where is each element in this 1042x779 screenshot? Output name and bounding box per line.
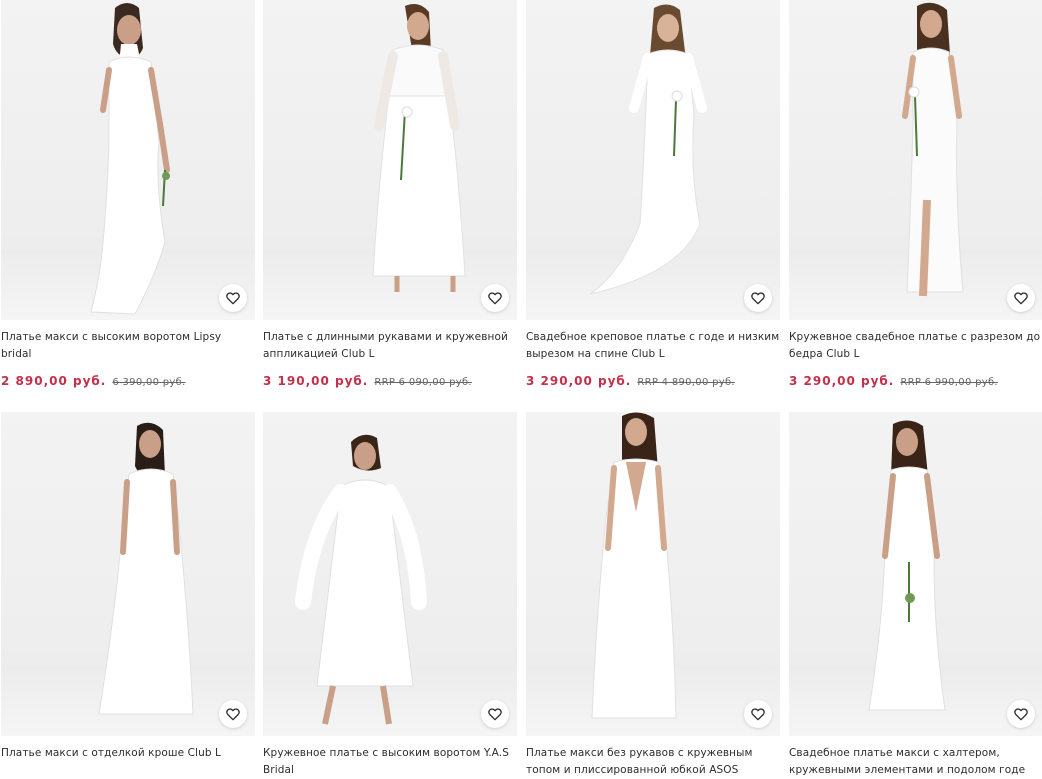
product-title-link[interactable]: Свадебное платье макси с халтером, круже… [789,745,1042,779]
add-to-favorites-button[interactable] [481,700,509,728]
add-to-favorites-button[interactable] [481,284,509,312]
product-card[interactable]: Платье макси без рукавов с кружевным топ… [526,412,780,779]
product-grid: Платье макси с высоким воротом Lipsy bri… [0,0,1042,779]
product-image[interactable] [526,412,780,736]
price-row: 2 890,00 руб. 6 390,00 руб. [1,374,255,388]
sale-price: 3 190,00 руб. [263,374,369,388]
product-title-link[interactable]: Платье макси без рукавов с кружевным топ… [526,745,780,779]
heart-icon [1014,708,1028,721]
model-in-dress-illustration [98,422,194,715]
product-card[interactable]: Платье с длинными рукавами и кружевной а… [263,0,517,388]
product-image[interactable] [789,0,1042,320]
model-in-dress-illustration [591,412,677,719]
add-to-favorites-button[interactable] [1007,284,1035,312]
model-in-dress-illustration [902,2,964,297]
product-card[interactable]: Свадебное платье макси с халтером, круже… [789,412,1042,779]
product-image[interactable] [1,0,255,320]
heart-icon [1014,292,1028,305]
product-card[interactable]: Кружевное платье с высоким воротом Y.A.S… [263,412,517,779]
model-in-dress-illustration [90,3,170,315]
product-card[interactable]: Платье макси с отделкой кроше Club L [1,412,255,762]
heart-icon [226,292,240,305]
product-title-link[interactable]: Платье макси с отделкой кроше Club L [1,745,255,762]
product-image[interactable] [263,412,517,736]
sale-price: 2 890,00 руб. [1,374,107,388]
product-card[interactable]: Кружевное свадебное платье с разрезом до… [789,0,1042,388]
heart-icon [488,708,502,721]
model-in-dress-illustration [372,4,466,292]
product-title-link[interactable]: Кружевное платье с высоким воротом Y.A.S… [263,745,517,779]
sale-price: 3 290,00 руб. [789,374,895,388]
product-title-link[interactable]: Платье с длинными рукавами и кружевной а… [263,329,517,363]
add-to-favorites-button[interactable] [219,284,247,312]
add-to-favorites-button[interactable] [744,284,772,312]
add-to-favorites-button[interactable] [219,700,247,728]
heart-icon [751,708,765,721]
model-in-dress-illustration [589,4,707,295]
original-price: RRP 6 990,00 руб. [900,377,998,388]
add-to-favorites-button[interactable] [744,700,772,728]
heart-icon [751,292,765,305]
heart-icon [226,708,240,721]
model-in-dress-illustration [868,420,946,711]
model-in-dress-illustration [295,434,427,725]
product-title-link[interactable]: Кружевное свадебное платье с разрезом до… [789,329,1042,363]
product-image[interactable] [526,0,780,320]
product-image[interactable] [263,0,517,320]
heart-icon [488,292,502,305]
add-to-favorites-button[interactable] [1007,700,1035,728]
original-price: RRP 4 890,00 руб. [637,377,735,388]
product-card[interactable]: Свадебное креповое платье с годе и низки… [526,0,780,388]
original-price: RRP 6 090,00 руб. [374,377,472,388]
product-title-link[interactable]: Платье макси с высоким воротом Lipsy bri… [1,329,255,363]
product-title-link[interactable]: Свадебное креповое платье с годе и низки… [526,329,780,363]
product-image[interactable] [789,412,1042,736]
product-card[interactable]: Платье макси с высоким воротом Lipsy bri… [1,0,255,388]
price-row: 3 190,00 руб. RRP 6 090,00 руб. [263,374,517,388]
price-row: 3 290,00 руб. RRP 4 890,00 руб. [526,374,780,388]
sale-price: 3 290,00 руб. [526,374,632,388]
product-image[interactable] [1,412,255,736]
price-row: 3 290,00 руб. RRP 6 990,00 руб. [789,374,1042,388]
original-price: 6 390,00 руб. [112,377,186,388]
